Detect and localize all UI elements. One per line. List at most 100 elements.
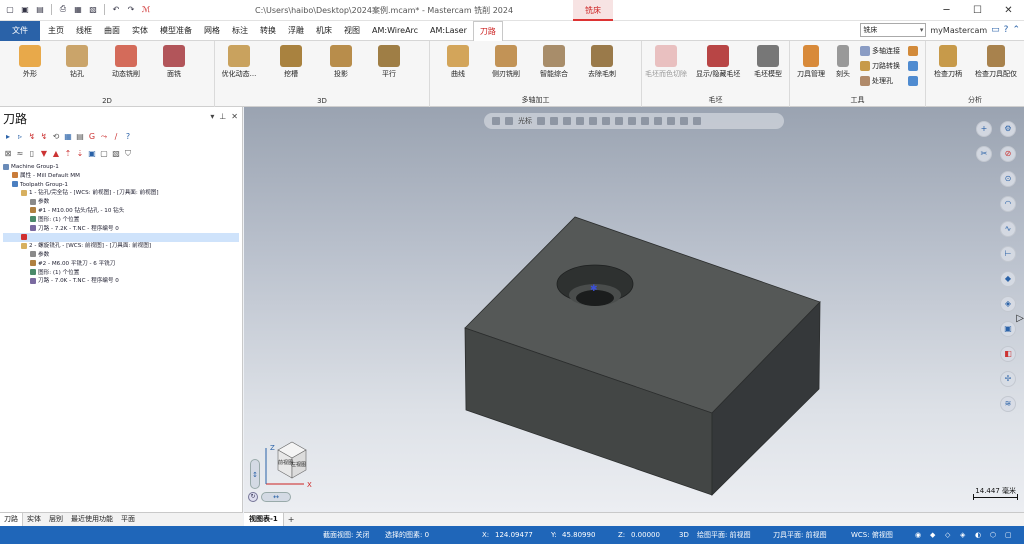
mesh-icon[interactable]: ◆ xyxy=(1000,271,1016,287)
select-body-icon[interactable] xyxy=(680,117,688,125)
check-holder-button[interactable]: 检查刀柄 xyxy=(926,45,970,79)
simulate-icon[interactable]: ▤ xyxy=(75,132,85,142)
tab-solids-panel[interactable]: 实体 xyxy=(23,513,45,526)
arc-icon[interactable]: ◠ xyxy=(1000,196,1016,212)
show-hide-stock-button[interactable]: 显示/隐藏毛坯 xyxy=(696,45,740,79)
check-tool-reach-button[interactable]: 检查刀具配仅 xyxy=(970,45,1022,79)
tree-item[interactable]: #1 - M10.00 钻头/钻孔 - 10 钻头 xyxy=(3,207,239,216)
tree-item[interactable]: 刀路 - 7.0K - T.NC - 程序编号 0 xyxy=(3,277,239,286)
move-up-icon[interactable]: ▲ xyxy=(51,149,61,159)
print-icon[interactable]: ⎙ xyxy=(57,3,69,15)
deburr-button[interactable]: 去除毛刺 xyxy=(580,45,624,79)
tree-item[interactable]: 参数 xyxy=(3,251,239,260)
dynamic-mill-button[interactable]: 动态铣削 xyxy=(104,45,148,79)
settings-gear-icon[interactable]: ⚙ xyxy=(1000,121,1016,137)
tab-am-laser[interactable]: AM:Laser xyxy=(424,21,473,41)
parallel-button[interactable]: 平行 xyxy=(367,45,411,79)
tree-item[interactable]: 1 - 钻孔/完全钻 - [WCS: 前视图] - [刀具面: 前视图] xyxy=(3,189,239,198)
curve-button[interactable]: 曲线 xyxy=(436,45,480,79)
select-mode-icon[interactable] xyxy=(505,117,513,125)
clear-colors-icon[interactable]: ⊘ xyxy=(1000,146,1016,162)
high-speed-icon[interactable]: ⤳ xyxy=(99,132,109,142)
tab-wireframe[interactable]: 线框 xyxy=(70,21,98,41)
tab-machine[interactable]: 机床 xyxy=(310,21,338,41)
select-filter-icon[interactable] xyxy=(492,117,500,125)
snap-endpoint-icon[interactable] xyxy=(576,117,584,125)
regenerate-dirty-icon[interactable]: ↯ xyxy=(39,132,49,142)
solid-model[interactable]: ✱ xyxy=(244,107,1024,512)
regenerate-all-icon[interactable]: ↯ xyxy=(27,132,37,142)
tree-item[interactable]: #2 - M6.00 平铣刀 - 6 平铣刀 xyxy=(3,260,239,269)
insert-arrow-row[interactable] xyxy=(3,233,239,243)
mastercam-icon[interactable]: ℳ xyxy=(140,3,152,15)
project-button[interactable]: 投影 xyxy=(319,45,363,79)
tool-plane-status[interactable]: 刀具平面: 前视图 xyxy=(773,526,827,544)
shade-icon[interactable]: ◈ xyxy=(1000,296,1016,312)
snap-quadrant-icon[interactable] xyxy=(602,117,610,125)
select-window-icon[interactable] xyxy=(628,117,636,125)
stock-model-button[interactable]: 毛坯模型 xyxy=(746,45,790,79)
trim-icon[interactable]: ✂ xyxy=(976,146,992,162)
swarf-button[interactable]: 侧刃铣削 xyxy=(484,45,528,79)
save-icon[interactable]: ▣ xyxy=(19,3,31,15)
maximize-button[interactable]: ☐ xyxy=(962,0,993,21)
new-icon[interactable]: ▢ xyxy=(4,3,16,15)
help-icon[interactable]: ? xyxy=(1004,25,1009,35)
visibility-icon[interactable]: ◉ xyxy=(915,526,921,544)
tab-home[interactable]: 主页 xyxy=(42,21,70,41)
tab-toolpaths[interactable]: 刀路 xyxy=(472,21,503,41)
select-chain-icon[interactable] xyxy=(615,117,623,125)
cursor-mode-icon[interactable] xyxy=(537,117,545,125)
translucency-icon[interactable]: ◐ xyxy=(975,526,981,544)
spline-icon[interactable]: ∿ xyxy=(1000,221,1016,237)
redo-icon[interactable]: ↷ xyxy=(125,3,137,15)
scroll-to-icon[interactable]: ▣ xyxy=(87,149,97,159)
undo-icon[interactable]: ↶ xyxy=(110,3,122,15)
add-viewsheet-button[interactable]: + xyxy=(284,513,299,526)
dropdown-icon[interactable]: ▾ xyxy=(210,112,214,121)
face-button[interactable]: 面铣 xyxy=(152,45,196,79)
tab-surfaces[interactable]: 曲面 xyxy=(98,21,126,41)
tab-levels-panel[interactable]: 层别 xyxy=(45,513,67,526)
holder-button[interactable]: 刻头 xyxy=(828,45,858,79)
tab-recent-functions-panel[interactable]: 最近使用功能 xyxy=(67,513,117,526)
tab-planes-panel[interactable]: 平面 xyxy=(117,513,139,526)
edit-icon[interactable]: ∕ xyxy=(111,132,121,142)
minimize-button[interactable]: ─ xyxy=(931,0,962,21)
chat-icon[interactable]: ▭ xyxy=(991,25,1000,35)
export-icon[interactable]: ▧ xyxy=(87,3,99,15)
verify-icon[interactable]: ▦ xyxy=(63,132,73,142)
display-options-icon[interactable]: ▧ xyxy=(111,149,121,159)
wireframe-mode-icon[interactable]: ◇ xyxy=(945,526,950,544)
tree-item[interactable]: Toolpath Group-1 xyxy=(3,181,239,190)
dimension-icon[interactable]: ⊢ xyxy=(1000,246,1016,262)
tab-model-prep[interactable]: 模型准备 xyxy=(154,21,198,41)
chart-icon[interactable] xyxy=(908,61,918,71)
tab-dimension[interactable]: 标注 xyxy=(226,21,254,41)
chain-icon[interactable]: ⊙ xyxy=(1000,171,1016,187)
unified-button[interactable]: 智能综合 xyxy=(532,45,576,79)
tab-am-wirearc[interactable]: AM:WireArc xyxy=(366,21,424,41)
select-options-icon[interactable] xyxy=(693,117,701,125)
stock-shading-button[interactable]: 毛坯而色切除 xyxy=(644,45,688,79)
rotate-icon[interactable]: ↻ xyxy=(248,492,258,502)
panel-help-icon[interactable]: ? xyxy=(123,132,133,142)
mymastercam-link[interactable]: myMastercam xyxy=(930,26,987,35)
select-edge-icon[interactable] xyxy=(667,117,675,125)
tab-toolpaths-panel[interactable]: 刀路 xyxy=(0,513,23,526)
tree-item[interactable]: 属性 - Mill Default MM xyxy=(3,172,239,181)
viewsheet-tab-1[interactable]: 视图表-1 xyxy=(244,513,284,526)
pin-icon[interactable]: ⊥ xyxy=(219,112,226,121)
contour-button[interactable]: 外形 xyxy=(8,45,52,79)
tool-extra-icon[interactable] xyxy=(908,46,918,56)
analysis-icon[interactable]: ≋ xyxy=(1000,396,1016,412)
vertical-pan-icon[interactable]: ↕ xyxy=(250,459,260,489)
multiaxis-link-button[interactable]: 多轴连接 xyxy=(860,46,900,56)
single-toolpath-icon[interactable]: ▢ xyxy=(99,149,109,159)
draw-plane-status[interactable]: 绘图平面: 前视图 xyxy=(697,526,751,544)
close-icon[interactable]: ✕ xyxy=(231,112,238,121)
tab-relief[interactable]: 浮雕 xyxy=(282,21,310,41)
tab-mesh[interactable]: 网格 xyxy=(198,21,226,41)
tab-solids[interactable]: 实体 xyxy=(126,21,154,41)
zoom-in-icon[interactable]: + xyxy=(976,121,992,137)
